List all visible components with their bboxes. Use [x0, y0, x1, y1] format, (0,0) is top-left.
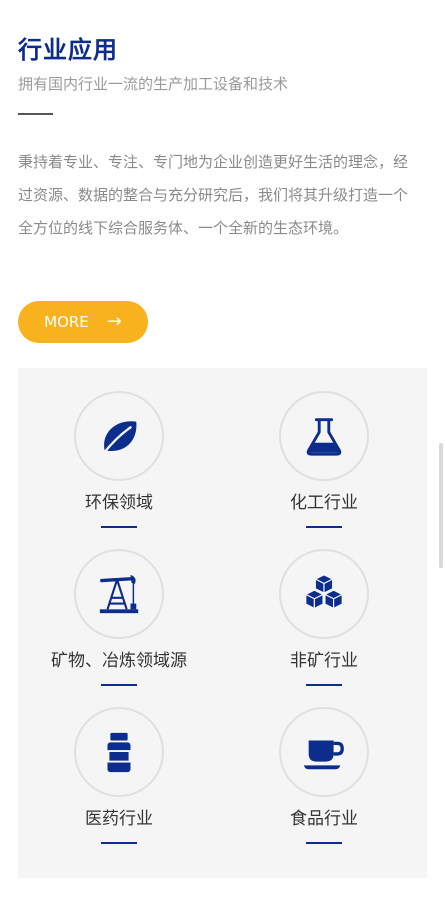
industry-label: 矿物、冶炼领域源 — [51, 651, 187, 671]
icon-circle — [74, 391, 164, 481]
industry-card-pharmaceutical[interactable]: 医药行业 — [29, 707, 209, 844]
section-description: 秉持着专业、专注、专门地为企业创造更好生活的理念，经过资源、数据的整合与充分研究… — [18, 153, 409, 237]
label-underline — [306, 526, 342, 528]
industry-card-food[interactable]: 食品行业 — [234, 707, 414, 844]
section-title: 行业应用 — [18, 36, 118, 64]
icon-circle — [74, 549, 164, 639]
cubes-icon — [305, 574, 343, 609]
industry-label: 环保领域 — [85, 493, 153, 513]
label-underline — [101, 526, 137, 528]
industry-label: 食品行业 — [290, 809, 358, 829]
industry-card-chemical[interactable]: 化工行业 — [234, 391, 414, 528]
icon-circle — [279, 707, 369, 797]
icon-circle — [74, 707, 164, 797]
section-subtitle: 拥有国内行业一流的生产加工设备和技术 — [18, 75, 289, 93]
label-underline — [306, 684, 342, 686]
industry-panel: 环保领域 化工行业 矿物、冶炼领域源 非矿行业 医药行业 食品行业 — [18, 368, 427, 878]
title-divider — [18, 113, 53, 115]
more-button[interactable]: MORE → — [18, 301, 148, 343]
more-button-label: MORE — [44, 313, 89, 331]
industry-card-non-mineral[interactable]: 非矿行业 — [234, 549, 414, 686]
arrow-right-icon: → — [106, 311, 122, 332]
leaf-icon — [102, 421, 137, 455]
icon-circle — [279, 391, 369, 481]
label-underline — [306, 842, 342, 844]
scrollbar-thumb[interactable] — [439, 443, 443, 568]
label-underline — [101, 684, 137, 686]
industry-card-mining[interactable]: 矿物、冶炼领域源 — [29, 549, 209, 686]
label-underline — [101, 842, 137, 844]
medicine-bottle-icon — [107, 732, 131, 773]
coffee-cup-icon — [303, 740, 344, 770]
industry-label: 非矿行业 — [290, 651, 358, 671]
industry-card-environment[interactable]: 环保领域 — [29, 391, 209, 528]
icon-circle — [279, 549, 369, 639]
industry-label: 医药行业 — [85, 809, 153, 829]
industry-label: 化工行业 — [290, 493, 358, 513]
oil-pump-icon — [99, 574, 139, 614]
flask-icon — [306, 418, 342, 456]
